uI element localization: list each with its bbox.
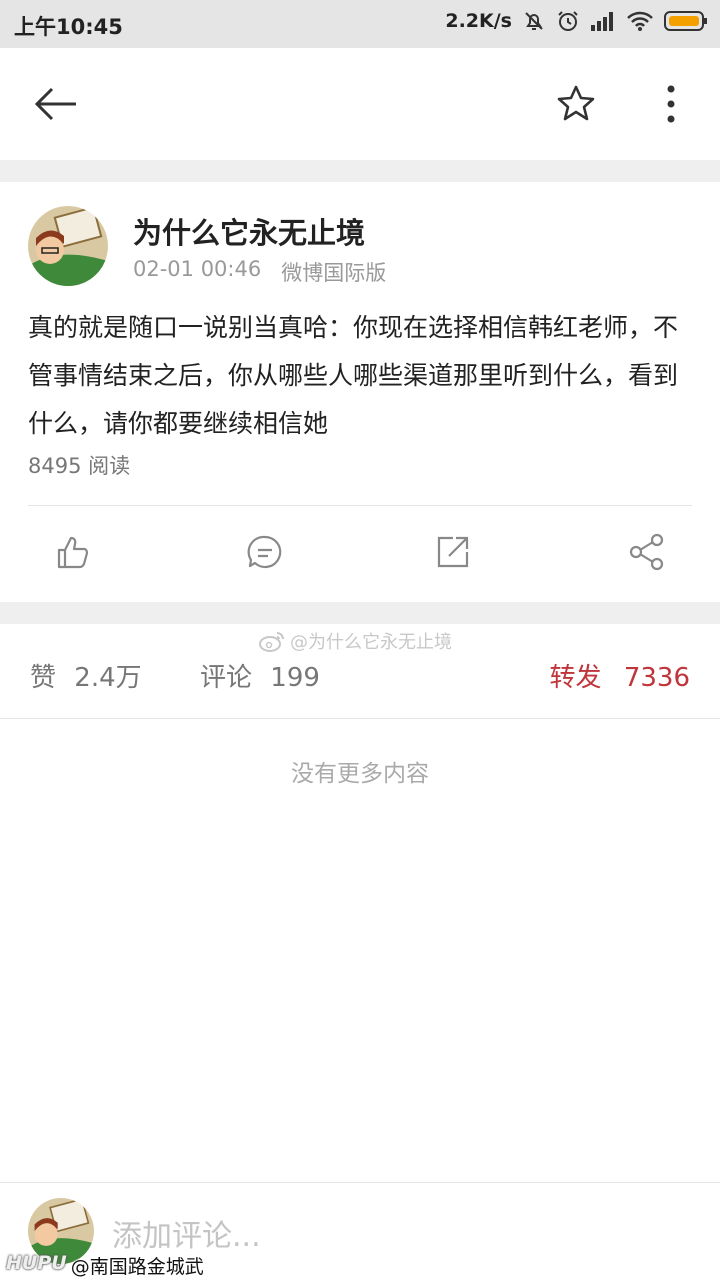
tab-reposts[interactable]: 转发 7336 bbox=[550, 657, 690, 694]
watermark-text: @为什么它永无止境 bbox=[290, 632, 452, 653]
back-button[interactable] bbox=[28, 78, 84, 130]
status-time: 上午10:45 bbox=[14, 15, 123, 39]
reposts-value: 7336 bbox=[623, 663, 690, 693]
no-more-content: 没有更多内容 bbox=[291, 761, 429, 787]
hupu-overlay: HUPU @南国路金城武 bbox=[6, 1252, 204, 1279]
section-gap bbox=[0, 602, 720, 624]
back-arrow-icon bbox=[34, 87, 76, 121]
share-button[interactable] bbox=[622, 528, 672, 576]
likes-value: 2.4万 bbox=[74, 663, 142, 693]
comment-input[interactable]: 添加评论... bbox=[112, 1211, 261, 1255]
section-gap bbox=[0, 160, 720, 182]
comments-label: 评论 bbox=[200, 663, 253, 693]
post-meta: 02-01 00:46 微博国际版 bbox=[133, 257, 386, 287]
read-count: 8495 阅读 bbox=[28, 454, 131, 478]
tab-comments[interactable]: 评论 199 bbox=[200, 657, 320, 694]
likes-label: 赞 bbox=[30, 663, 57, 693]
tab-likes[interactable]: 赞 2.4万 bbox=[30, 657, 142, 694]
post-date: 02-01 00:46 bbox=[133, 257, 262, 281]
post-source: 微博国际版 bbox=[281, 261, 387, 285]
more-button[interactable] bbox=[650, 78, 692, 130]
app-bar bbox=[0, 48, 720, 161]
comment-icon bbox=[247, 535, 282, 569]
repost-button[interactable] bbox=[428, 528, 478, 576]
signal-icon bbox=[591, 12, 613, 31]
net-speed: 2.2K/s bbox=[445, 10, 512, 32]
weibo-watermark: @为什么它永无止境 bbox=[258, 628, 452, 654]
reposts-label: 转发 bbox=[549, 663, 602, 693]
hupu-brand: HUPU bbox=[6, 1252, 67, 1274]
status-icons: 2.2K/s bbox=[445, 9, 708, 33]
like-icon bbox=[57, 536, 89, 569]
battery-icon bbox=[664, 11, 707, 31]
comments-value: 199 bbox=[270, 663, 320, 693]
comment-button[interactable] bbox=[240, 528, 290, 576]
more-vert-icon bbox=[667, 85, 675, 123]
author-name[interactable]: 为什么它永无止境 bbox=[133, 210, 365, 252]
favorite-button[interactable] bbox=[550, 78, 602, 130]
alarm-icon bbox=[558, 11, 578, 31]
repost-icon bbox=[437, 536, 469, 568]
like-button[interactable] bbox=[48, 528, 98, 576]
mute-bell-icon bbox=[525, 12, 543, 30]
wifi-icon bbox=[627, 11, 653, 31]
share-icon bbox=[629, 533, 664, 571]
status-bar: 上午10:45 2.2K/s bbox=[0, 0, 720, 48]
post-text: 真的就是随口一说别当真哈：你现在选择相信韩红老师，不管事情结束之后，你从哪些人哪… bbox=[28, 313, 679, 438]
hupu-handle: @南国路金城武 bbox=[70, 1256, 204, 1278]
divider bbox=[28, 505, 692, 506]
star-icon bbox=[557, 85, 595, 121]
avatar[interactable] bbox=[28, 206, 108, 286]
weibo-logo-icon bbox=[259, 632, 284, 652]
